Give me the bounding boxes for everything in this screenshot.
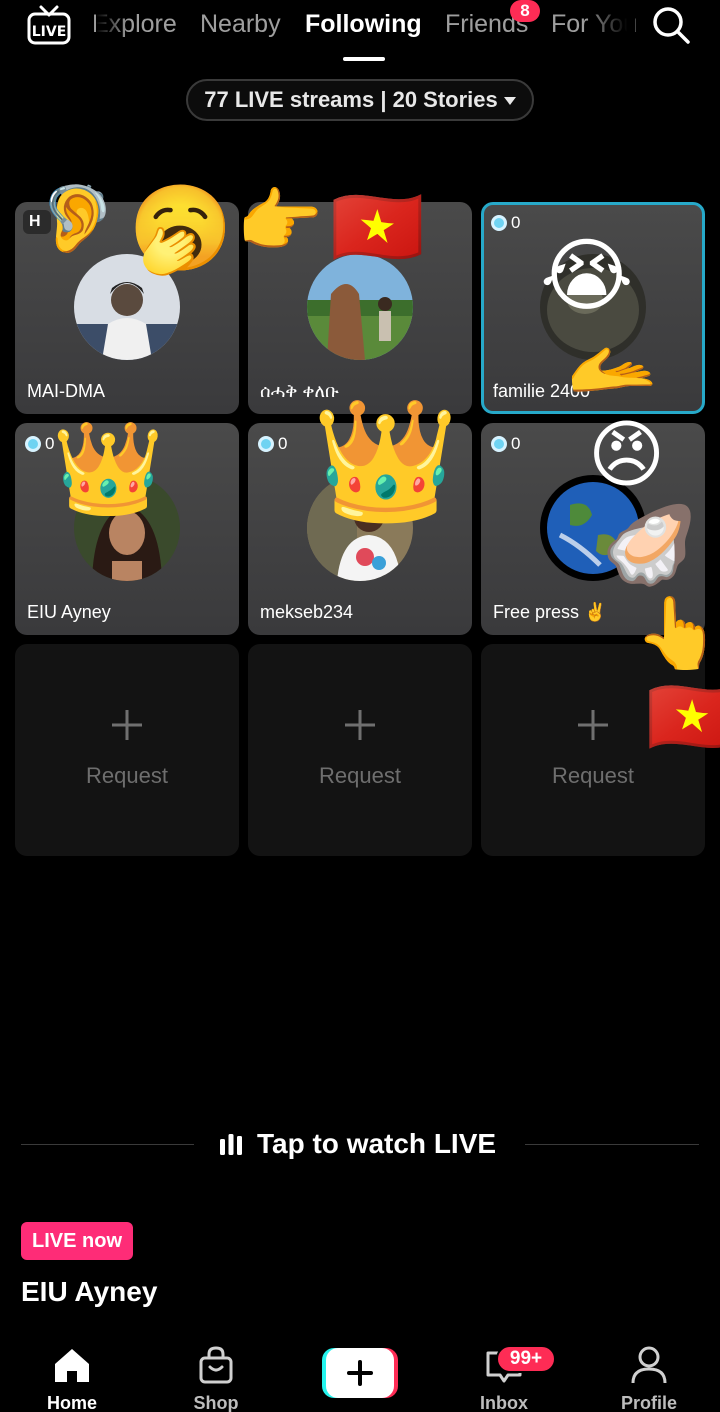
request-label: Request [319,763,401,788]
live-now-badge: LIVE now [21,1222,133,1260]
search-icon[interactable] [650,4,692,46]
crying-face-sticker: 😭 [540,231,634,320]
divider-right [525,1144,699,1145]
viewer-count-badge: 0 [25,432,54,456]
viewer-count: 0 [511,213,521,232]
card-name: EIU Ayney [27,602,111,622]
vietnam-flag-sticker: 🇻🇳 [330,185,425,270]
tap-to-watch-label: Tap to watch LIVE [257,1128,497,1159]
crown-sticker: 👑 [312,395,459,527]
pointing-right-sticker: 👉 [236,182,324,260]
dropdown-caret-icon [503,97,516,105]
viewer-count-badge: 0 [258,432,287,456]
live-logo-text: LIVE [32,24,67,40]
shop-bag-icon [199,1346,233,1384]
card-name: mekseb234 [260,602,354,622]
viewer-icon [491,436,507,452]
plus-icon [112,710,142,740]
create-button[interactable] [322,1348,398,1398]
live-streams-count: 77 LIVE streams | 20 Stories [204,87,498,112]
friends-notification-badge: 8 [510,0,540,22]
nav-fade-left [96,0,128,56]
tab-following[interactable]: Following [305,10,422,39]
pointing-up-sticker: 👆 [634,594,720,672]
angry-face-sticker: 😠 [588,413,666,496]
live-tv-icon[interactable]: LIVE [26,4,72,46]
tap-to-watch-button[interactable]: Tap to watch LIVE [218,1128,496,1160]
yawning-face-sticker: 🥱 [128,181,233,275]
viewer-count: 0 [278,434,288,453]
nav-home-label: Home [46,1393,97,1412]
palm-up-hand-sticker: 🫴 [566,327,659,410]
nav-profile-label: Profile [620,1393,677,1412]
nav-inbox-label: Inbox [480,1393,528,1412]
request-slot-2[interactable]: Request [248,644,472,856]
tab-active-indicator [343,57,385,61]
vietnam-flag-sticker: 🇻🇳 [646,675,720,758]
ear-with-hearing-aid-sticker: 🦻 [38,182,118,254]
crown-sticker: 👑 [52,419,165,519]
tab-nearby[interactable]: Nearby [200,10,281,39]
request-label: Request [552,763,634,788]
request-slot-1[interactable]: Request [15,644,239,856]
top-navigation: LIVE Explore Nearby Following Friends 8 … [0,0,720,61]
plus-icon [345,710,375,740]
divider-left [21,1144,194,1145]
live-host-name[interactable]: EIU Ayney [21,1276,157,1308]
plus-icon [578,710,608,740]
viewer-count-badge: 0 [491,211,520,235]
viewer-count-badge: 0 [491,432,520,456]
nav-profile[interactable]: Profile [594,1335,704,1412]
viewer-icon [491,215,507,231]
viewer-icon [258,436,274,452]
bottom-navigation: Home Shop Inbox 99+ Profile [0,1335,720,1412]
nav-shop[interactable]: Shop [161,1335,271,1412]
viewer-icon [25,436,41,452]
live-bars-icon [220,1134,242,1155]
viewer-count: 0 [511,434,521,453]
card-name: MAI-DMA [27,381,105,401]
live-streams-filter[interactable]: 77 LIVE streams | 20 Stories [186,79,534,121]
nav-home[interactable]: Home [17,1335,127,1412]
oyster-sticker: 🦪 [602,503,697,588]
home-icon [55,1349,89,1382]
request-label: Request [86,763,168,788]
card-name: Free press ✌️ [493,602,607,622]
nav-fade-right [585,0,635,56]
nav-shop-label: Shop [193,1393,239,1412]
inbox-notification-badge: 99+ [496,1345,556,1373]
person-icon [631,1346,667,1384]
